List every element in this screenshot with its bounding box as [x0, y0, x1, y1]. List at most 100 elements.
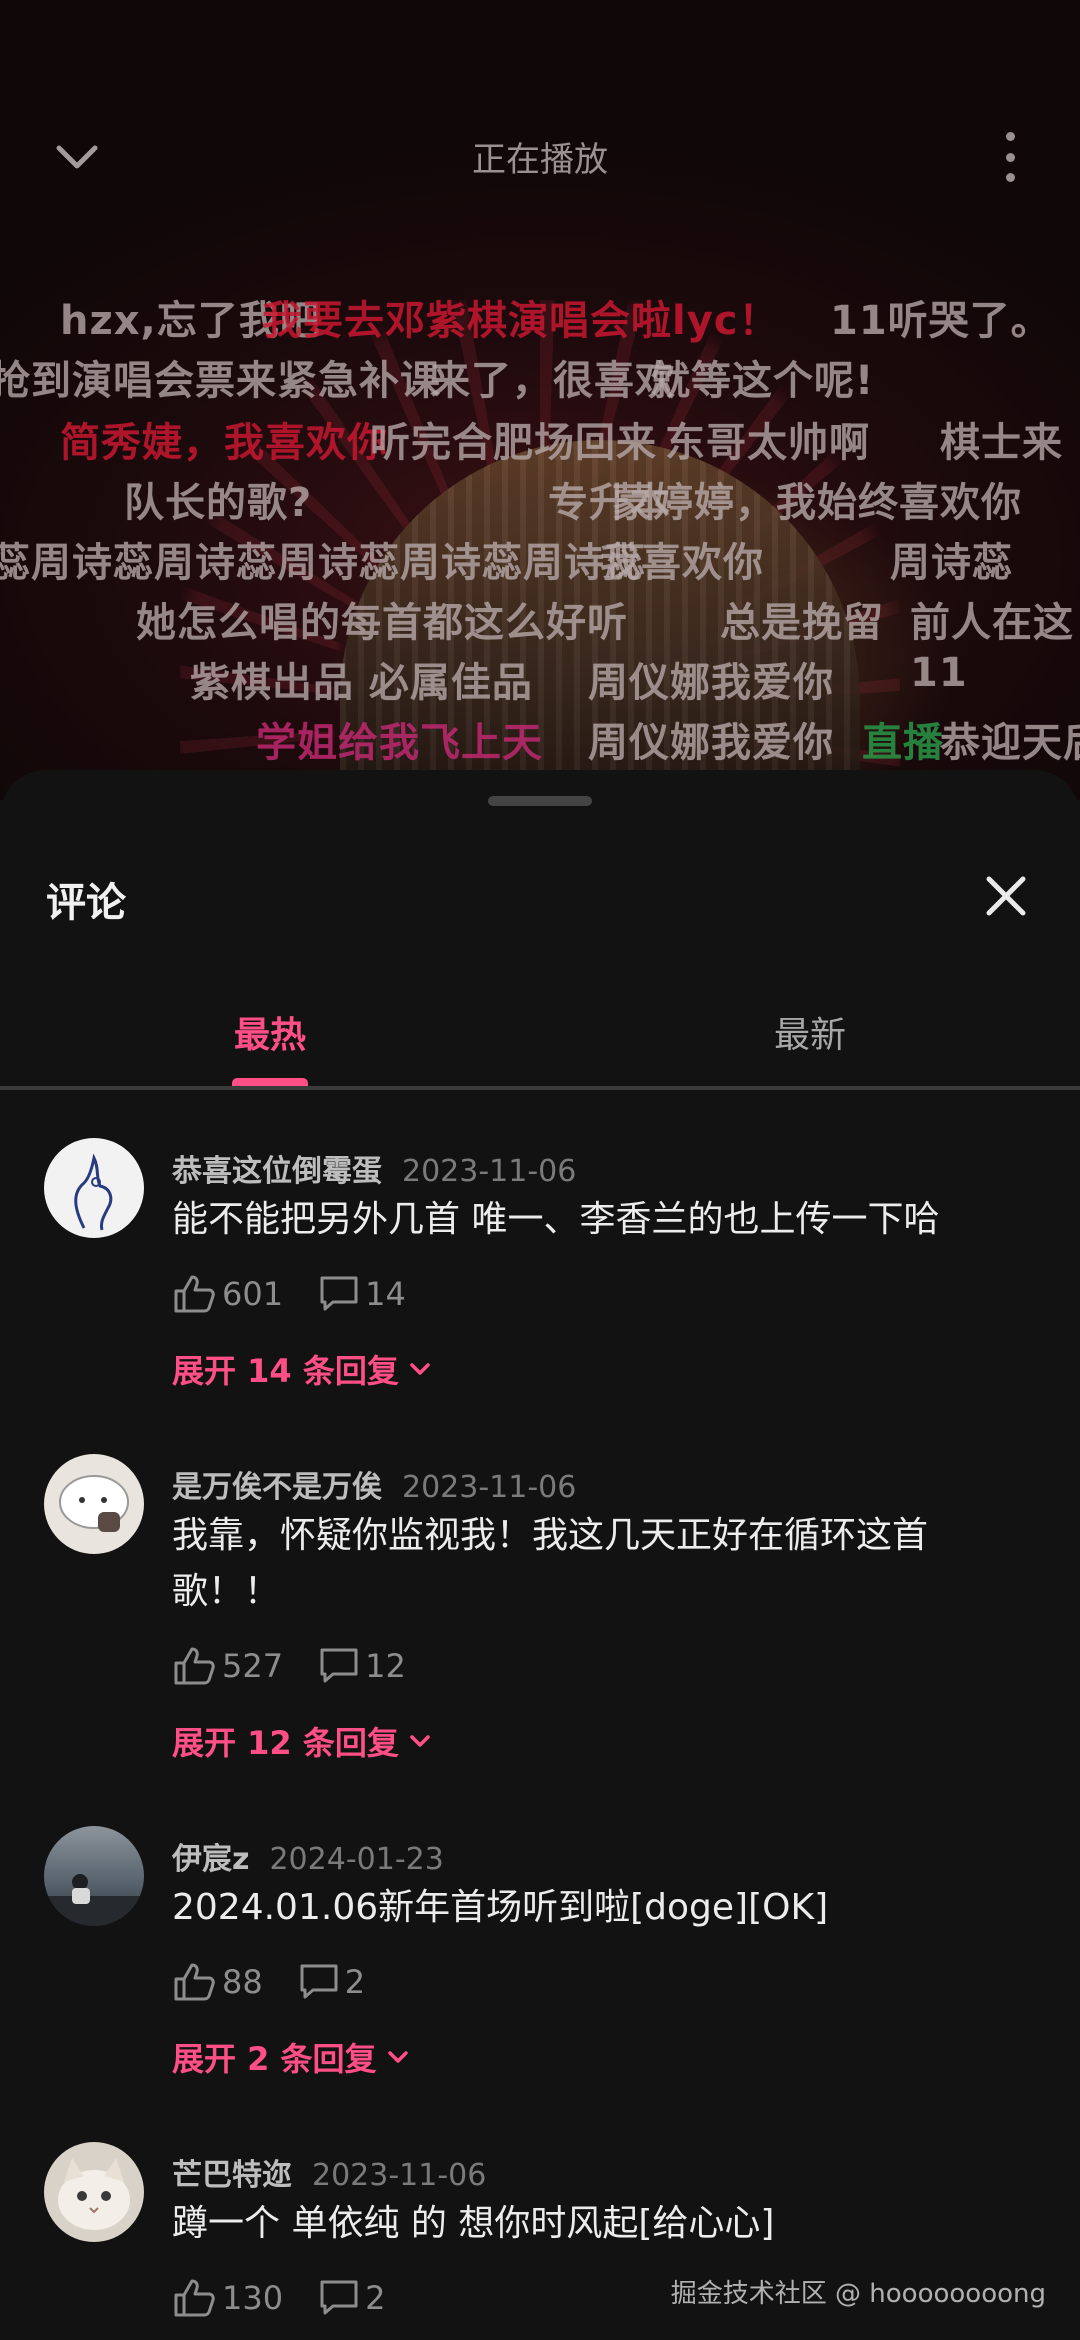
comment-item[interactable]: 是万俟不是万俟 2023-11-06 我靠，怀疑你监视我！我这几天正好在循环这首歌… [0, 1454, 1080, 1794]
avatar-drawing-icon [74, 1153, 113, 1231]
more-dot-icon [1005, 152, 1015, 162]
danmaku-item: 周诗蕊 [890, 540, 1013, 586]
player-top-bar: 正在播放 [0, 110, 1080, 200]
comment-username[interactable]: 伊宸z 2024-01-23 [172, 1834, 444, 1878]
page-title: 正在播放 [472, 140, 608, 180]
tab-divider [0, 1086, 1080, 1090]
comment-actions: 527 12 [172, 1644, 442, 1688]
sheet-drag-handle[interactable] [488, 796, 592, 806]
comment-text: 蹲一个 单依纯 的 想你时风起[给心心] [172, 2203, 775, 2244]
like-button[interactable]: 601 [172, 1274, 283, 1314]
expand-replies-text[interactable]: 展开 2 条回复 [172, 2034, 377, 2080]
like-button[interactable]: 88 [172, 1962, 263, 2002]
danmaku-item: 她怎么唱的每首都这么好听 [136, 600, 628, 646]
danmaku-item: 东哥太帅啊 [665, 420, 870, 466]
comment-username-text[interactable]: 恭喜这位倒霉蛋 [172, 1154, 382, 1189]
expand-replies-link[interactable]: 展开 2 条回复 [172, 2034, 409, 2080]
danmaku-item: 学姐给我飞上天 [256, 720, 543, 766]
danmaku-item: 11 [910, 650, 968, 696]
comment-text: 能不能把另外几首 唯一、李香兰的也上传一下哈 [172, 1199, 940, 1240]
reply-count: 12 [365, 1647, 406, 1685]
comment-actions: 88 2 [172, 1960, 401, 2004]
comment-tabs: 最热 最新 [0, 990, 1080, 1090]
danmaku-item: 11听哭了。 [830, 298, 1052, 344]
comment-bubble-icon [320, 1276, 358, 1311]
danmaku-item: 我要去邓紫棋演唱会啦lyc！ [262, 298, 780, 344]
comment-username[interactable]: 恭喜这位倒霉蛋 2023-11-06 [172, 1146, 576, 1190]
reply-count: 2 [365, 2279, 386, 2317]
more-options-button[interactable] [980, 124, 1040, 190]
reply-count: 14 [365, 1275, 406, 1313]
comment-bubble-icon [320, 2280, 358, 2315]
danmaku-item: 周仪娜我爱你 [588, 660, 834, 706]
avatar-cartoon-icon [59, 1475, 129, 1532]
tab-hottest[interactable]: 最热 [0, 990, 540, 1086]
like-count: 601 [222, 1275, 284, 1313]
danmaku-item: 抢到演唱会票来紧急补课 [0, 358, 441, 404]
chevron-down-icon [410, 1735, 430, 1747]
comment-date: 2023-11-06 [402, 1154, 577, 1189]
reply-button[interactable]: 14 [319, 1275, 406, 1313]
close-icon [986, 876, 1026, 916]
chevron-down-icon [387, 2051, 408, 2063]
comment-username-text[interactable]: 芒巴特迩 [172, 2158, 292, 2193]
watermark: 掘金技术社区 @ hoooooooong [670, 2279, 1046, 2309]
expand-replies-link[interactable]: 展开 12 条回复 [172, 1718, 431, 1764]
close-button[interactable] [976, 866, 1036, 926]
chevron-down-icon [410, 1363, 430, 1375]
danmaku-item: 总是挽留 [720, 600, 884, 646]
comment-text: 我靠，怀疑你监视我！我这几天正好在循环这首歌！！ [172, 1515, 929, 1612]
danmaku-item: 队长的歌? [124, 480, 313, 526]
reply-button[interactable]: 2 [319, 2279, 385, 2317]
expand-replies-text[interactable]: 展开 12 条回复 [172, 1718, 399, 1764]
thumbs-up-icon [174, 2279, 215, 2317]
avatar-cat-icon [58, 2158, 130, 2230]
comment-actions: 601 14 [172, 1272, 442, 1316]
like-count: 527 [222, 1647, 284, 1685]
comment-username-text[interactable]: 是万俟不是万俟 [172, 1470, 382, 1505]
like-button[interactable]: 527 [172, 1646, 283, 1686]
like-count: 88 [222, 1963, 263, 2001]
comment-sheet: 评论 最热 最新 恭喜这位倒霉蛋 2023-11-06 能不能把另外几首 唯一、李… [0, 770, 1080, 2340]
danmaku-item: 蕊周诗蕊周诗蕊周诗蕊周诗蕊周诗蕊 [0, 540, 646, 586]
like-button[interactable]: 130 [172, 2278, 283, 2318]
danmaku-item: 棋士来 [940, 420, 1063, 466]
danmaku-item: 听完合肥场回来 [370, 420, 657, 466]
thumbs-up-icon [174, 1963, 215, 2001]
expand-replies-link[interactable]: 展开 14 条回复 [172, 1346, 431, 1392]
danmaku-item: 恭迎天后 [940, 720, 1080, 766]
comment-date: 2023-11-06 [312, 2158, 487, 2193]
avatar[interactable] [44, 1454, 144, 1554]
comment-bubble-icon [320, 1648, 358, 1683]
more-dot-icon [1005, 173, 1015, 182]
comment-date: 2023-11-06 [402, 1470, 577, 1505]
comment-username-text[interactable]: 伊宸z [172, 1842, 249, 1877]
comment-username[interactable]: 是万俟不是万俟 2023-11-06 [172, 1462, 576, 1506]
expand-replies-text[interactable]: 展开 14 条回复 [172, 1346, 399, 1392]
comment-username[interactable]: 芒巴特迩 2023-11-06 [172, 2150, 486, 2194]
comment-text: 2024.01.06新年首场听到啦[doge][OK] [172, 1887, 829, 1928]
danmaku-item: 紫棋出品 必属佳品 [190, 660, 533, 706]
sheet-title: 评论 [46, 880, 126, 926]
comment-item[interactable]: 恭喜这位倒霉蛋 2023-11-06 能不能把另外几首 唯一、李香兰的也上传一下哈… [0, 1138, 1080, 1418]
danmaku-item: 来了，很喜欢 [430, 358, 676, 404]
avatar[interactable] [44, 2142, 144, 2242]
thumbs-up-icon [174, 1275, 215, 1313]
avatar[interactable] [44, 1826, 144, 1926]
tab-newest[interactable]: 最新 [540, 990, 1080, 1086]
danmaku-item: 就等这个呢! [650, 358, 875, 404]
comment-bubble-icon [300, 1964, 338, 1999]
danmaku-item: 我喜欢你 [600, 540, 764, 586]
comment-item[interactable]: 伊宸z 2024-01-23 2024.01.06新年首场听到啦[doge][OK… [0, 1826, 1080, 2106]
danmaku-item: 直播 [862, 720, 944, 766]
avatar-photo-icon [44, 1874, 144, 1926]
danmaku-item: 简秀婕，我喜欢你 [60, 420, 388, 466]
avatar[interactable] [44, 1138, 144, 1238]
danmaku-item: 蒙婷婷，我始终喜欢你 [612, 480, 1022, 526]
reply-button[interactable]: 12 [319, 1647, 406, 1685]
danmaku-item: 前人在这 [910, 600, 1074, 646]
reply-button[interactable]: 2 [299, 1963, 365, 2001]
danmaku-item: 周仪娜我爱你 [588, 720, 834, 766]
comment-actions: 130 2 [172, 2276, 421, 2320]
thumbs-up-icon [174, 1647, 215, 1685]
